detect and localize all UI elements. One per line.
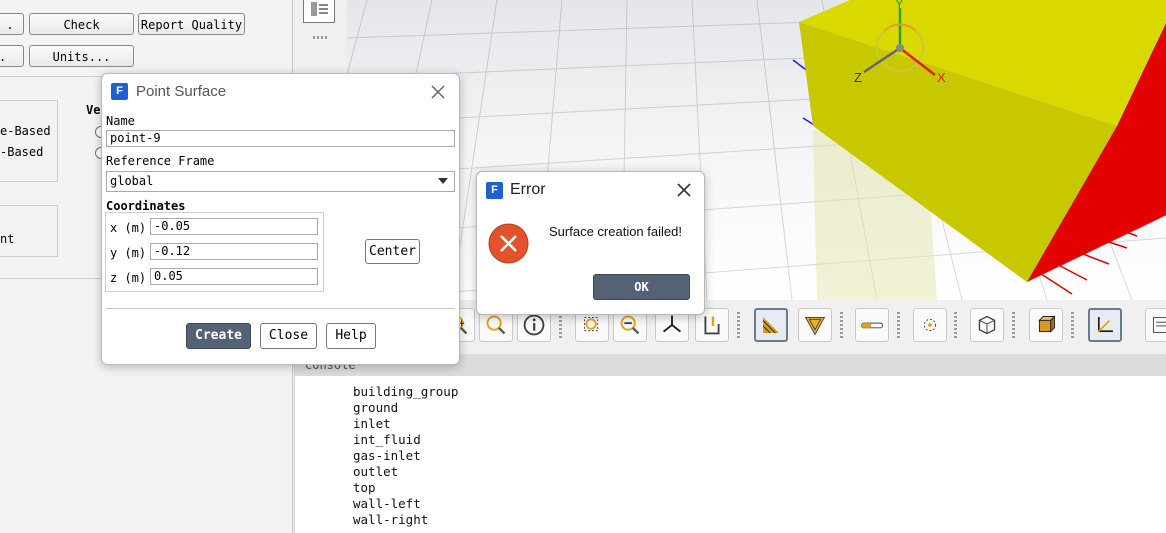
report-quality-button[interactable]: Report Quality bbox=[138, 13, 245, 35]
contour-icon[interactable] bbox=[798, 308, 832, 342]
create-button[interactable]: Create bbox=[186, 323, 251, 349]
x-axis-label: X bbox=[937, 70, 946, 85]
close-button[interactable]: Close bbox=[260, 323, 317, 349]
solver-option-pressure-label: e-Based bbox=[0, 124, 51, 138]
console-line: building_group bbox=[353, 384, 459, 399]
y-coordinate-input[interactable]: -0.12 bbox=[150, 243, 318, 260]
velocity-group-label: Ve bbox=[86, 103, 101, 117]
help-button[interactable]: Help bbox=[326, 323, 376, 349]
z-axis-label: Z bbox=[854, 70, 862, 85]
console-line: gas-inlet bbox=[353, 448, 421, 463]
toolbar-separator bbox=[559, 312, 562, 338]
close-icon[interactable] bbox=[430, 84, 446, 100]
toolbar-separator bbox=[840, 312, 843, 338]
partial-button-top[interactable]: . bbox=[0, 13, 24, 35]
divider bbox=[106, 308, 455, 309]
z-label: z (m) bbox=[110, 271, 147, 285]
name-input[interactable]: point-9 bbox=[106, 130, 455, 147]
ok-button[interactable]: OK bbox=[593, 274, 690, 300]
time-group bbox=[0, 205, 58, 257]
console-line: outlet bbox=[353, 464, 399, 479]
grip-icon[interactable] bbox=[313, 36, 327, 39]
chevron-down-icon bbox=[438, 178, 448, 184]
dialog-title: Point Surface bbox=[136, 83, 227, 100]
reference-frame-select[interactable]: global bbox=[106, 171, 455, 192]
check-button[interactable]: Check bbox=[29, 13, 134, 35]
error-icon bbox=[488, 223, 529, 264]
point-surface-dialog: F Point Surface Name point-9 Reference F… bbox=[101, 73, 460, 365]
console-line: inlet bbox=[353, 416, 391, 431]
outline-view-icon[interactable] bbox=[303, 0, 335, 23]
center-button[interactable]: Center bbox=[365, 239, 420, 264]
fluent-app-icon: F bbox=[111, 83, 128, 100]
error-title: Error bbox=[510, 181, 546, 198]
solid-cube-icon[interactable] bbox=[1029, 308, 1063, 342]
toolbar-separator bbox=[1071, 312, 1074, 338]
partial-button-mid[interactable]: . bbox=[0, 45, 24, 67]
x-coordinate-input[interactable]: -0.05 bbox=[150, 218, 318, 235]
z-coordinate-input[interactable]: 0.05 bbox=[150, 268, 318, 285]
y-axis-label: Y bbox=[895, 0, 904, 11]
console-line: top bbox=[353, 480, 376, 495]
toolbar-separator bbox=[737, 312, 740, 338]
console-line: ground bbox=[353, 400, 399, 415]
y-label: y (m) bbox=[110, 246, 147, 260]
time-option-label: nt bbox=[0, 232, 15, 246]
axes-toggle-icon[interactable] bbox=[1088, 308, 1122, 342]
solver-type-group bbox=[0, 100, 58, 182]
toolbar-separator bbox=[954, 312, 957, 338]
close-icon[interactable] bbox=[676, 182, 692, 198]
units-button[interactable]: Units... bbox=[29, 45, 134, 67]
error-message: Surface creation failed! bbox=[549, 224, 682, 239]
toolbar-separator bbox=[897, 312, 900, 338]
cube-icon[interactable] bbox=[970, 308, 1004, 342]
console-output: building_group ground inlet int_fluid ga… bbox=[353, 384, 458, 528]
solver-option-density-label: -Based bbox=[0, 145, 44, 159]
slider-icon[interactable] bbox=[855, 308, 889, 342]
annotation-icon[interactable] bbox=[1145, 308, 1166, 342]
x-label: x (m) bbox=[110, 221, 147, 235]
reference-frame-label: Reference Frame bbox=[106, 154, 215, 168]
console-panel[interactable]: Console building_group ground inlet int_… bbox=[294, 354, 1166, 533]
error-dialog: F Error Surface creation failed! OK bbox=[476, 171, 705, 315]
graphics-window[interactable]: X Y Z bbox=[347, 0, 1166, 300]
console-line: wall-left bbox=[353, 496, 421, 511]
name-label: Name bbox=[106, 114, 135, 128]
reference-frame-value: global bbox=[110, 174, 154, 188]
coordinates-label: Coordinates bbox=[106, 199, 186, 213]
lights-icon[interactable] bbox=[913, 308, 947, 342]
toolbar-separator bbox=[1012, 312, 1015, 338]
mesh-display-icon[interactable] bbox=[754, 308, 788, 342]
console-line: int_fluid bbox=[353, 432, 421, 447]
console-line: wall-right bbox=[353, 512, 429, 527]
fluent-app-icon: F bbox=[486, 182, 503, 199]
